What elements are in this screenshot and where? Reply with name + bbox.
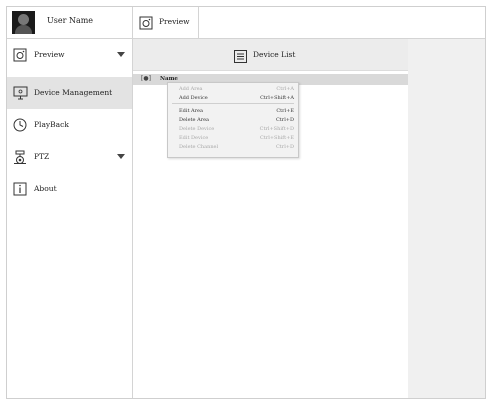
info-icon (13, 181, 27, 200)
sidebar-item-label: About (34, 184, 57, 193)
menu-item-label: Add Area (179, 86, 203, 92)
menu-item-label: Edit Area (179, 108, 203, 114)
menu-item-edit-device[interactable]: Edit Device Ctrl+Shift+E (168, 134, 298, 143)
menu-item-shortcut: Ctrl+Shift+D (259, 126, 294, 132)
tab-bar: Preview (133, 7, 485, 39)
sidebar-item-ptz[interactable]: PTZ (7, 141, 132, 173)
sidebar-item-label: PlayBack (34, 120, 69, 129)
menu-item-shortcut: Ctrl+Shift+E (260, 135, 294, 141)
preview-icon (139, 15, 153, 34)
avatar (12, 11, 35, 34)
monitor-icon (13, 85, 28, 104)
sidebar-item-label: Device Management (34, 88, 113, 97)
device-list-title: Device List (253, 50, 296, 59)
sidebar-item-playback[interactable]: PlayBack (7, 109, 132, 141)
list-icon (234, 48, 247, 67)
sidebar-item-about[interactable]: About (7, 173, 132, 205)
sidebar-item-device-management[interactable]: Device Management (7, 77, 132, 109)
chevron-down-icon[interactable] (117, 52, 125, 57)
sidebar-item-preview[interactable]: Preview (7, 39, 132, 71)
tab-label: Preview (159, 17, 190, 26)
context-menu: Add Area Ctrl+A Add Device Ctrl+Shift+A … (167, 82, 299, 158)
menu-item-shortcut: Ctrl+E (276, 108, 294, 114)
sidebar: Preview Device Management PlayBack PTZ A… (7, 39, 133, 398)
menu-item-label: Delete Channel (179, 144, 219, 150)
menu-separator (172, 103, 294, 104)
menu-item-shortcut: Ctrl+D (275, 117, 294, 123)
preview-icon (13, 47, 27, 66)
menu-item-shortcut: Ctrl+D (275, 144, 294, 150)
app-window: User Name Preview Preview Device Managem… (6, 6, 486, 399)
menu-item-add-device[interactable]: Add Device Ctrl+Shift+A (168, 94, 298, 103)
menu-item-label: Delete Device (179, 126, 215, 132)
chevron-down-icon[interactable] (117, 154, 125, 159)
user-profile[interactable]: User Name (7, 7, 133, 39)
menu-item-label: Edit Device (179, 135, 209, 141)
menu-item-label: Add Device (179, 95, 208, 101)
ptz-camera-icon (13, 149, 27, 168)
menu-item-edit-area[interactable]: Edit Area Ctrl+E (168, 107, 298, 116)
menu-item-delete-device[interactable]: Delete Device Ctrl+Shift+D (168, 125, 298, 134)
menu-item-shortcut: Ctrl+A (276, 86, 294, 92)
clock-icon (13, 117, 27, 136)
menu-item-delete-channel[interactable]: Delete Channel Ctrl+D (168, 143, 298, 152)
right-panel (408, 39, 485, 398)
menu-item-delete-area[interactable]: Delete Area Ctrl+D (168, 116, 298, 125)
menu-item-label: Delete Area (179, 117, 210, 123)
sidebar-item-label: PTZ (34, 152, 50, 161)
user-name: User Name (47, 16, 94, 25)
menu-item-add-area[interactable]: Add Area Ctrl+A (168, 85, 298, 94)
device-list-header: Device List (133, 39, 408, 71)
menu-item-shortcut: Ctrl+Shift+A (260, 95, 294, 101)
tab-preview[interactable]: Preview (133, 7, 199, 38)
sidebar-item-label: Preview (34, 50, 65, 59)
tree-node-icon[interactable]: [●] (141, 75, 151, 82)
